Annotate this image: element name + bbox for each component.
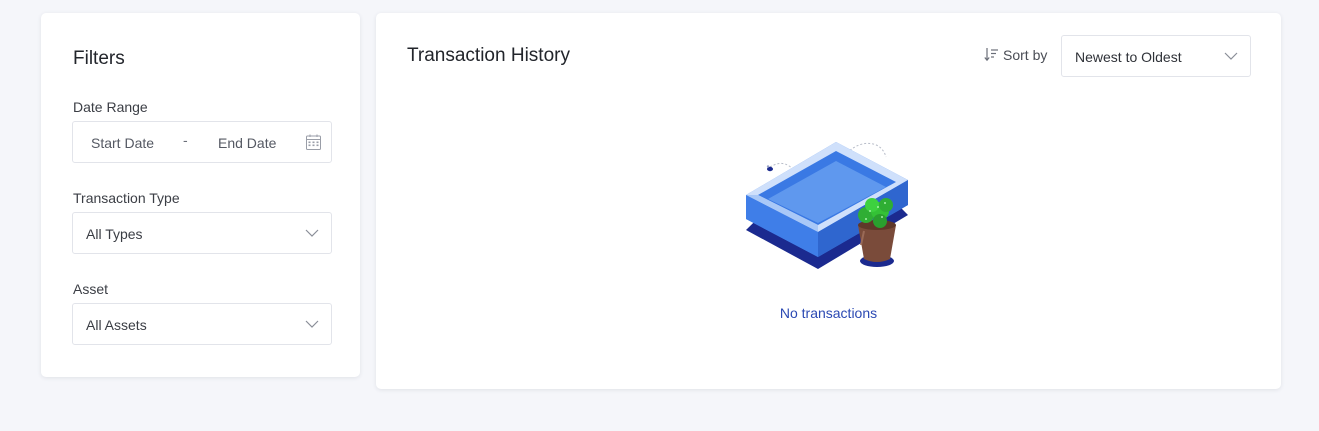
sort-value: Newest to Oldest [1075,49,1182,65]
chevron-down-icon [1224,52,1238,60]
transaction-type-value: All Types [86,226,143,242]
asset-value: All Assets [86,317,147,333]
calendar-icon[interactable] [306,134,321,150]
asset-select[interactable]: All Assets [72,303,332,345]
filters-title: Filters [73,48,125,69]
transaction-type-select[interactable]: All Types [72,212,332,254]
sort-select[interactable]: Newest to Oldest [1061,35,1251,77]
asset-label: Asset [73,281,109,297]
empty-state-message: No transactions [779,305,878,321]
date-separator: - [183,132,188,148]
sort-label: Sort by [1003,47,1048,63]
empty-tray-illustration [746,142,908,269]
sort-icon [984,48,998,62]
transaction-type-label: Transaction Type [73,190,180,206]
chevron-down-icon [305,320,319,328]
filters-panel: Filters Date Range Start Date - End Date… [41,13,360,377]
date-range-label: Date Range [73,99,148,115]
transaction-history-panel: Transaction History Sort by Newest to Ol… [376,13,1281,389]
start-date-input[interactable]: Start Date [91,135,154,151]
end-date-input[interactable]: End Date [218,135,276,151]
date-range-picker[interactable]: Start Date - End Date [72,121,332,163]
page-title: Transaction History [407,45,570,66]
chevron-down-icon [305,229,319,237]
